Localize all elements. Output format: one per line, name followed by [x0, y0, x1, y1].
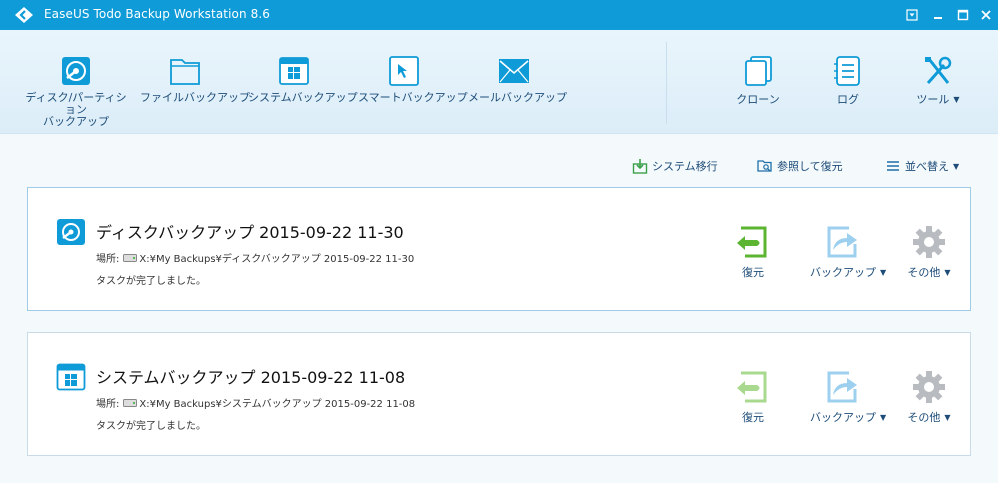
clone-button[interactable]: クローン — [720, 56, 796, 106]
browse-folder-icon — [757, 158, 773, 174]
location-path: X:¥My Backups¥ディスクバックアップ 2015-09-22 11-3… — [139, 254, 415, 265]
backup-label: バックアップ — [810, 266, 876, 279]
backup-task-card[interactable]: システムバックアップ 2015-09-22 11-08 場所: X:¥My Bac… — [27, 332, 971, 456]
restore-button[interactable]: 復元 — [733, 224, 773, 280]
restore-button[interactable]: 復元 — [733, 369, 773, 425]
wrench-screwdriver-icon — [921, 56, 955, 86]
backup-share-icon — [825, 224, 861, 260]
menu-dropdown-icon[interactable] — [903, 6, 921, 24]
task-title: ディスクバックアップ 2015-09-22 11-30 — [96, 223, 404, 242]
main-toolbar: ディスク/パーティション バックアップ ファイルバックアップ システムバックアッ… — [0, 30, 998, 134]
restore-arrow-icon — [735, 369, 771, 405]
restore-arrow-icon — [735, 224, 771, 260]
sort-dropdown[interactable]: 並べ替え ▼ — [885, 158, 959, 174]
gear-icon — [911, 369, 947, 405]
smart-cursor-icon — [387, 56, 421, 86]
system-migration-link[interactable]: システム移行 — [632, 158, 718, 174]
restore-label: 復元 — [742, 266, 764, 279]
backup-button[interactable]: バックアップ ▼ — [810, 369, 886, 425]
restore-label: 復元 — [742, 411, 764, 424]
other-button[interactable]: その他 ▼ — [904, 224, 954, 280]
system-backup-button[interactable]: システムバックアップ — [248, 56, 358, 104]
toolbar-separator — [666, 42, 667, 124]
task-location: 場所: X:¥My Backups¥ディスクバックアップ 2015-09-22 1… — [96, 250, 414, 265]
disk-backup-icon — [56, 218, 86, 246]
disk-backup-icon — [59, 56, 93, 86]
close-icon[interactable] — [977, 6, 995, 24]
mail-backup-label: メールバックアップ — [468, 91, 567, 104]
mail-icon — [497, 56, 531, 86]
other-label: その他 — [907, 411, 941, 424]
drive-icon — [123, 399, 138, 407]
other-chevron-down-icon: ▼ — [944, 268, 951, 277]
other-button[interactable]: その他 ▼ — [904, 369, 954, 425]
task-title: システムバックアップ 2015-09-22 11-08 — [96, 368, 406, 387]
backup-chevron-down-icon: ▼ — [880, 268, 887, 277]
list-icon — [885, 158, 901, 174]
location-label: 場所: — [96, 399, 120, 410]
task-location: 場所: X:¥My Backups¥システムバックアップ 2015-09-22 1… — [96, 395, 415, 410]
task-status: タスクが完了しました。 — [96, 276, 206, 287]
log-icon — [831, 56, 865, 86]
drive-icon — [123, 254, 138, 262]
browse-restore-label: 参照して復元 — [777, 160, 843, 173]
location-label: 場所: — [96, 254, 120, 265]
task-status: タスクが完了しました。 — [96, 421, 206, 432]
smart-backup-button[interactable]: スマートバックアップ — [358, 56, 468, 104]
system-migration-label: システム移行 — [652, 160, 718, 173]
disk-backup-label: ディスク/パーティション バックアップ — [25, 91, 127, 128]
mail-backup-button[interactable]: メールバックアップ — [468, 56, 567, 104]
backup-chevron-down-icon: ▼ — [880, 413, 887, 422]
backup-label: バックアップ — [810, 411, 876, 424]
backup-share-icon — [825, 369, 861, 405]
backup-task-card[interactable]: ディスクバックアップ 2015-09-22 11-30 場所: X:¥My Bac… — [27, 187, 971, 311]
minimize-icon[interactable] — [929, 6, 947, 24]
clone-label: クローン — [736, 93, 780, 106]
system-backup-label: システムバックアップ — [248, 91, 358, 104]
tools-chevron-down-icon: ▼ — [953, 95, 960, 104]
location-path: X:¥My Backups¥システムバックアップ 2015-09-22 11-0… — [139, 399, 416, 410]
folder-icon — [168, 56, 202, 86]
log-button[interactable]: ログ — [810, 56, 886, 106]
other-label: その他 — [907, 266, 941, 279]
title-bar: EaseUS Todo Backup Workstation 8.6 — [0, 0, 998, 30]
tools-label: ツール — [916, 93, 950, 106]
sort-label: 並べ替え — [905, 160, 949, 173]
file-backup-button[interactable]: ファイルバックアップ — [140, 56, 250, 104]
easeus-logo-icon — [14, 6, 34, 24]
maximize-icon[interactable] — [954, 6, 972, 24]
backup-button[interactable]: バックアップ ▼ — [810, 224, 886, 280]
tools-button[interactable]: ツール ▼ — [900, 56, 976, 106]
windows-icon — [56, 363, 86, 391]
clone-icon — [741, 56, 775, 86]
smart-backup-label: スマートバックアップ — [358, 91, 468, 104]
window-title: EaseUS Todo Backup Workstation 8.6 — [44, 7, 270, 21]
gear-icon — [911, 224, 947, 260]
disk-partition-backup-button[interactable]: ディスク/パーティション バックアップ — [22, 56, 130, 128]
file-backup-label: ファイルバックアップ — [140, 91, 250, 104]
log-label: ログ — [837, 93, 859, 106]
sort-chevron-down-icon: ▼ — [953, 162, 960, 171]
other-chevron-down-icon: ▼ — [944, 413, 951, 422]
windows-icon — [277, 56, 311, 86]
browse-restore-link[interactable]: 参照して復元 — [757, 158, 843, 174]
download-arrow-icon — [632, 158, 648, 174]
